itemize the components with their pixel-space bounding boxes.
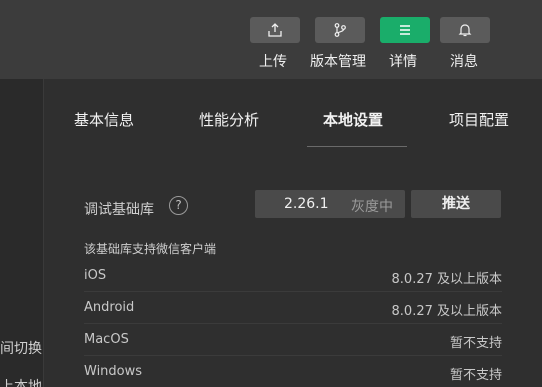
details-label: 详情	[389, 54, 417, 70]
os-name: Windows	[84, 364, 143, 379]
support-row-macos: MacOS 暂不支持	[84, 324, 502, 356]
version-manage-label: 版本管理	[310, 54, 366, 70]
lib-version-select[interactable]: 2.26.1 灰度中	[255, 190, 405, 218]
tab-project-config[interactable]: 项目配置	[449, 109, 509, 130]
upload-label: 上传	[259, 54, 287, 70]
tab-performance[interactable]: 性能分析	[199, 109, 259, 130]
help-icon[interactable]: ?	[169, 196, 188, 215]
debug-lib-label: 调试基础库	[84, 202, 154, 218]
top-toolbar: 上传 版本管理 详情 消息	[0, 0, 542, 79]
version-manage-button[interactable]	[315, 17, 365, 43]
clipped-text-2: 上本地	[0, 379, 42, 387]
support-row-ios: iOS 8.0.27 及以上版本	[84, 260, 502, 292]
os-support-value: 8.0.27 及以上版本	[391, 304, 502, 319]
messages-label: 消息	[450, 54, 478, 70]
os-support-value: 8.0.27 及以上版本	[391, 272, 502, 287]
lib-version-value: 2.26.1	[284, 196, 329, 212]
left-editor-strip: 间切换 上本地	[0, 79, 43, 387]
details-button[interactable]	[380, 17, 430, 43]
support-title: 该基础库支持微信客户端	[84, 242, 217, 256]
clipped-text-1: 间切换	[0, 341, 42, 357]
os-support-value: 暂不支持	[449, 368, 502, 383]
branch-icon	[332, 22, 348, 38]
os-name: Android	[84, 300, 135, 315]
active-tab-indicator	[307, 146, 407, 147]
tab-local-settings[interactable]: 本地设置	[323, 109, 383, 130]
os-name: iOS	[84, 268, 107, 283]
tab-basic-info[interactable]: 基本信息	[74, 109, 134, 130]
menu-icon	[397, 22, 413, 38]
push-button[interactable]: 推送	[411, 190, 501, 218]
messages-button[interactable]	[440, 17, 490, 43]
upload-button[interactable]	[250, 17, 300, 43]
support-row-windows: Windows 暂不支持	[84, 356, 502, 387]
support-row-android: Android 8.0.27 及以上版本	[84, 292, 502, 324]
upload-icon	[267, 22, 283, 38]
bell-icon	[457, 22, 473, 38]
details-panel: 基本信息 性能分析 本地设置 项目配置 调试基础库 ? 2.26.1 灰度中 推…	[43, 79, 542, 387]
os-support-value: 暂不支持	[449, 336, 502, 351]
lib-channel-badge: 灰度中	[351, 199, 393, 215]
os-name: MacOS	[84, 332, 129, 347]
